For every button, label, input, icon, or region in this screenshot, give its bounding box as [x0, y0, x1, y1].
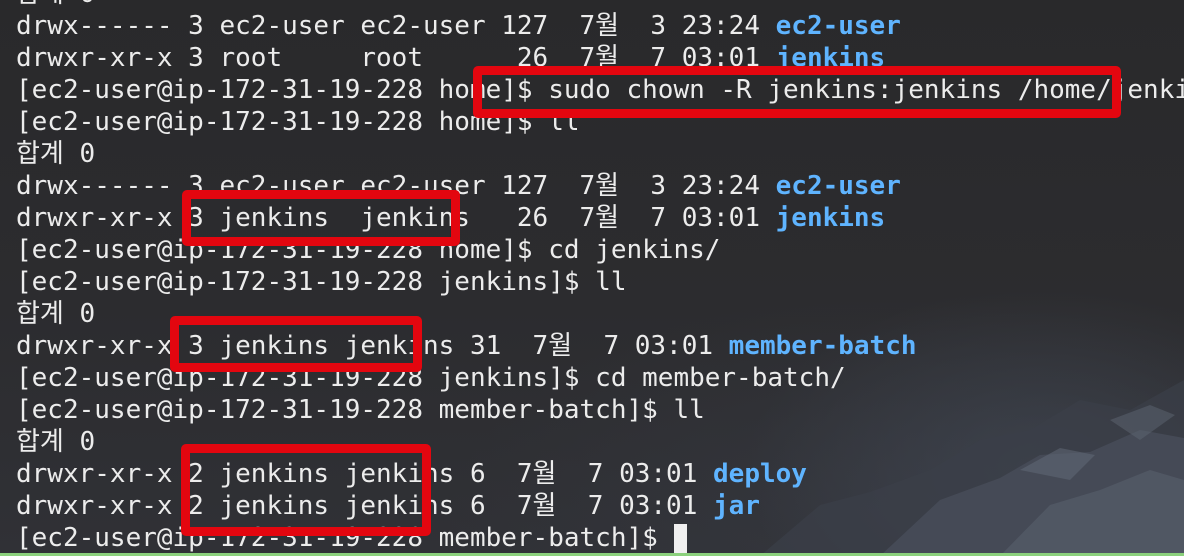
output-line: drwx------ 3 ec2-user ec2-user 127 7월 3 … — [16, 10, 1184, 42]
directory-name: ec2-user — [775, 11, 901, 41]
directory-name: deploy — [713, 459, 807, 489]
directory-name: jar — [713, 491, 760, 521]
command-line: [ec2-user@ip-172-31-19-228 jenkins]$ ll — [16, 266, 1184, 298]
line-text: 합계 0 — [16, 0, 95, 9]
line-text: drwx------ 3 ec2-user ec2-user 127 7월 3 … — [16, 11, 776, 41]
highlight-box-jenkins-owner — [170, 316, 422, 372]
highlight-box-member-batch-owner — [181, 444, 431, 536]
line-text: 합계 0 — [16, 139, 96, 169]
line-text: [ec2-user@ip-172-31-19-228 member-batch]… — [16, 395, 705, 425]
line-text: [ec2-user@ip-172-31-19-228 jenkins]$ ll — [16, 267, 627, 297]
directory-name: ec2-user — [775, 171, 901, 201]
command-line: [ec2-user@ip-172-31-19-228 member-batch]… — [16, 394, 1184, 426]
output-line: 합계 0 — [16, 0, 1184, 10]
line-text: 합계 0 — [16, 427, 96, 457]
directory-name: jenkins — [775, 203, 886, 233]
highlight-box-chown-command — [473, 66, 1121, 118]
output-line: 합계 0 — [16, 138, 1184, 170]
highlight-box-home-owner — [182, 190, 460, 246]
text-cursor — [673, 523, 687, 554]
line-text: 합계 0 — [16, 299, 96, 329]
terminal-window[interactable]: 합계 0 drwx------ 3 ec2-user ec2-user 127 … — [0, 0, 1184, 556]
line-text: [ec2-user@ip-172-31-19-228 jenkins]$ cd … — [16, 363, 846, 393]
directory-name: member-batch — [728, 331, 917, 361]
